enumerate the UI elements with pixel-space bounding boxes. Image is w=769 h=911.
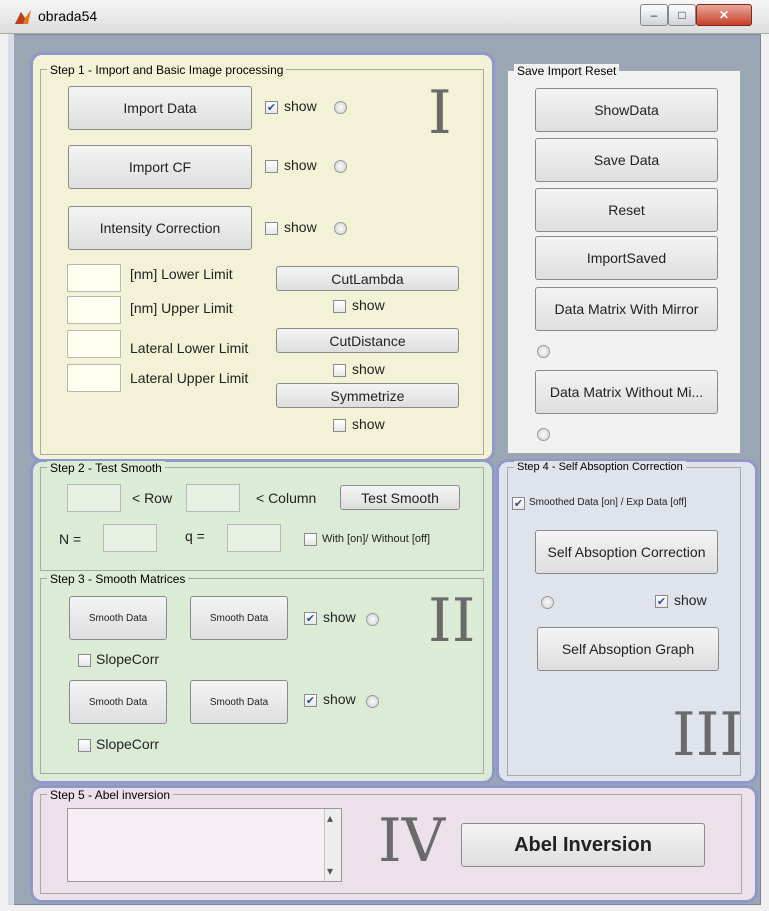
show-smooth-1-checkbox[interactable]: ✔ (304, 612, 317, 625)
slope-corr-2-checkbox[interactable] (78, 739, 91, 752)
show-import-cf-label: show (284, 157, 317, 173)
show-symmetrize-checkbox[interactable] (333, 419, 346, 432)
show-smooth-1-label: show (323, 609, 356, 625)
show-intensity-checkbox[interactable] (265, 222, 278, 235)
step5-legend: Step 5 - Abel inversion (47, 788, 174, 802)
lower-limit-label: [nm] Lower Limit (130, 266, 233, 282)
intensity-correction-button[interactable]: Intensity Correction (68, 206, 252, 250)
step4-legend: Step 4 - Self Absoption Correction (514, 461, 686, 473)
maximize-button[interactable]: □ (668, 4, 696, 26)
with-without-label: With [on]/ Without [off] (322, 533, 431, 545)
window-left-edge (8, 34, 14, 905)
show-import-cf-checkbox[interactable] (265, 160, 278, 173)
step3-legend: Step 3 - Smooth Matrices (47, 572, 189, 586)
show-import-data-label: show (284, 98, 317, 114)
cut-lambda-button[interactable]: CutLambda (276, 266, 459, 291)
data-matrix-with-mirror-button[interactable]: Data Matrix With Mirror (535, 287, 718, 331)
import-data-button[interactable]: Import Data (68, 86, 252, 130)
self-absorption-graph-button[interactable]: Self Absoption Graph (537, 627, 719, 671)
import-cf-radio[interactable] (334, 160, 347, 173)
scroll-down-icon[interactable]: ▾ (327, 864, 333, 878)
reset-button[interactable]: Reset (535, 188, 718, 232)
lateral-upper-input[interactable] (67, 364, 121, 392)
show-self-absorption-checkbox[interactable]: ✔ (655, 595, 668, 608)
window-title: obrada54 (38, 8, 98, 24)
n-input[interactable] (103, 524, 157, 552)
without-mirror-radio[interactable] (537, 428, 550, 441)
show-cut-distance-label: show (352, 361, 385, 377)
lateral-upper-label: Lateral Upper Limit (130, 370, 249, 386)
slope-corr-1-checkbox[interactable] (78, 654, 91, 667)
lateral-lower-input[interactable] (67, 330, 121, 358)
q-label: q = (185, 528, 205, 544)
save-data-button[interactable]: Save Data (535, 138, 718, 182)
cut-distance-button[interactable]: CutDistance (276, 328, 459, 353)
with-mirror-radio[interactable] (537, 345, 550, 358)
show-self-absorption-label: show (674, 592, 707, 608)
smoothed-exp-checkbox[interactable]: ✔ (512, 497, 525, 510)
import-saved-button[interactable]: ImportSaved (535, 236, 718, 280)
import-data-radio[interactable] (334, 101, 347, 114)
intensity-radio[interactable] (334, 222, 347, 235)
lateral-lower-label: Lateral Lower Limit (130, 340, 249, 356)
show-smooth-2-label: show (323, 691, 356, 707)
minimize-button[interactable]: – (640, 4, 668, 26)
abel-output-textarea[interactable] (67, 808, 342, 882)
abel-inversion-button[interactable]: Abel Inversion (461, 823, 705, 867)
upper-limit-label: [nm] Upper Limit (130, 300, 233, 316)
with-without-checkbox[interactable] (304, 533, 317, 546)
matlab-app-icon (14, 9, 32, 25)
show-smooth-2-checkbox[interactable]: ✔ (304, 694, 317, 707)
smooth-data-1b-button[interactable]: Smooth Data (190, 596, 288, 640)
column-label: < Column (256, 490, 317, 506)
upper-limit-input[interactable] (67, 296, 121, 324)
save-import-reset-legend: Save Import Reset (514, 64, 620, 78)
show-cut-lambda-checkbox[interactable] (333, 300, 346, 313)
step4-roman-numeral: III (672, 700, 744, 770)
column-input[interactable] (186, 484, 240, 512)
smooth-data-2b-button[interactable]: Smooth Data (190, 680, 288, 724)
row-input[interactable] (67, 484, 121, 512)
step1-roman-numeral: I (428, 78, 452, 148)
close-button[interactable]: ✕ (696, 4, 752, 26)
show-import-data-checkbox[interactable]: ✔ (265, 101, 278, 114)
symmetrize-button[interactable]: Symmetrize (276, 383, 459, 408)
q-input[interactable] (227, 524, 281, 552)
slope-corr-2-label: SlopeCorr (96, 736, 160, 752)
smoothed-exp-label: Smoothed Data [on] / Exp Data [off] (529, 497, 687, 508)
step2-group: Step 2 - Test Smooth (40, 461, 484, 571)
data-matrix-without-mirror-button[interactable]: Data Matrix Without Mi... (535, 370, 718, 414)
show-intensity-label: show (284, 219, 317, 235)
import-cf-button[interactable]: Import CF (68, 145, 252, 189)
smooth-1-radio[interactable] (366, 613, 379, 626)
scroll-up-icon[interactable]: ▴ (327, 811, 333, 825)
step3-roman-numeral: II (428, 586, 476, 656)
slope-corr-1-label: SlopeCorr (96, 651, 160, 667)
self-absorption-correction-button[interactable]: Self Absoption Correction (535, 530, 718, 574)
show-data-button[interactable]: ShowData (535, 88, 718, 132)
lower-limit-input[interactable] (67, 264, 121, 292)
self-absorption-radio[interactable] (541, 596, 554, 609)
test-smooth-button[interactable]: Test Smooth (340, 485, 460, 510)
smooth-data-1a-button[interactable]: Smooth Data (69, 596, 167, 640)
step2-legend: Step 2 - Test Smooth (47, 461, 165, 475)
step1-legend: Step 1 - Import and Basic Image processi… (47, 63, 287, 77)
show-symmetrize-label: show (352, 416, 385, 432)
smooth-2-radio[interactable] (366, 695, 379, 708)
show-cut-distance-checkbox[interactable] (333, 364, 346, 377)
step5-roman-numeral: IV (378, 806, 446, 876)
smooth-data-2a-button[interactable]: Smooth Data (69, 680, 167, 724)
show-cut-lambda-label: show (352, 297, 385, 313)
n-label: N = (59, 531, 82, 547)
row-label: < Row (132, 490, 173, 506)
